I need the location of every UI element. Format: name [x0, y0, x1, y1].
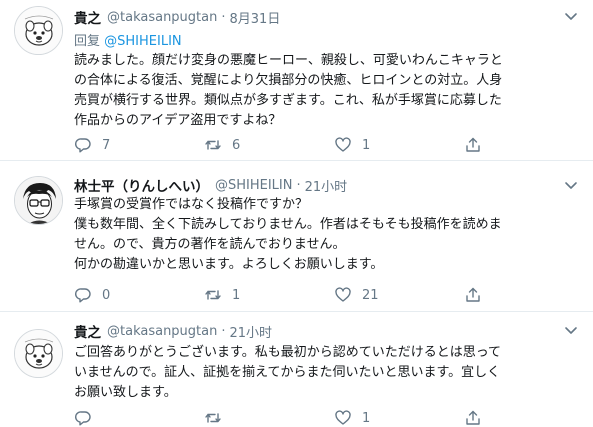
tweet-text-line: せん。ので、貴方の著作を読んでおりません。	[74, 237, 346, 252]
reply-context: 回复 @SHIHEILIN	[74, 30, 182, 49]
share-icon	[466, 137, 480, 152]
timestamp[interactable]: 21小时	[305, 176, 348, 195]
avatar[interactable]	[14, 176, 63, 225]
reply-prefix: 回复	[74, 34, 101, 49]
reply-button[interactable]: 7	[74, 136, 204, 154]
tweet[interactable]: 林士平（りんしへい） @SHIHEILIN · 21小时 手塚賞の受賞作ではなく…	[0, 160, 593, 311]
like-button[interactable]: 1	[334, 409, 464, 427]
retweet-count: 6	[232, 137, 241, 153]
tweet-text-line: 手塚賞の受賞作ではなく投稿作ですか？	[74, 197, 309, 212]
share-button[interactable]	[464, 286, 494, 304]
user-handle[interactable]: @takasanpugtan	[107, 10, 217, 25]
chevron-down-icon[interactable]	[563, 177, 579, 193]
separator-dot: ·	[296, 177, 301, 193]
timestamp[interactable]: 8月31日	[230, 8, 281, 27]
retweet-icon	[205, 290, 221, 300]
avatar[interactable]	[14, 6, 63, 55]
tweet-actions: 7 6 1	[74, 134, 534, 156]
tweet-text-line: 売買が横行する世界。類似点が多すぎます。これ、私が手塚賞に応募した	[74, 93, 502, 108]
avatar[interactable]	[14, 329, 63, 378]
tweet-header: 林士平（りんしへい） @SHIHEILIN · 21小时	[74, 175, 348, 196]
tweet-text-line: ご回答ありがとうございます。私も最初から認めていただけるとは思って	[74, 345, 502, 360]
reply-count: 7	[102, 137, 111, 153]
like-count: 1	[362, 137, 371, 153]
retweet-button[interactable]: 6	[204, 136, 334, 154]
share-icon	[466, 410, 480, 425]
chevron-down-icon[interactable]	[563, 8, 579, 24]
retweet-button[interactable]: 1	[204, 286, 334, 304]
tweet-text: 手塚賞の受賞作ではなく投稿作ですか？ 僕も数年間、全く下読みしておりません。作者…	[74, 195, 582, 275]
tweet-text-line: お願い致します。	[74, 385, 177, 400]
like-button[interactable]: 1	[334, 136, 464, 154]
tweet[interactable]: 貴之 @takasanpugtan · 21小时 ご回答ありがとうございます。私…	[0, 311, 593, 427]
reply-button[interactable]: 0	[74, 286, 204, 304]
tweet-text: ご回答ありがとうございます。私も最初から認めていただけるとは思って いませんので…	[74, 343, 582, 403]
tweet-header: 貴之 @takasanpugtan · 8月31日	[74, 7, 281, 28]
tweet[interactable]: 貴之 @takasanpugtan · 8月31日 回复 @SHIHEILIN …	[0, 0, 593, 160]
reply-mention-link[interactable]: @SHIHEILIN	[104, 34, 182, 49]
tweet-text: 読みました。顔だけ変身の悪魔ヒーロー、親殺し、可愛いわんこキャラと の合体による…	[74, 51, 582, 131]
heart-icon	[335, 410, 351, 425]
like-count: 21	[362, 287, 379, 303]
tweet-text-line: 僕も数年間、全く下読みしておりません。作者はそもそも投稿作を読めま	[74, 217, 502, 232]
tweet-text-line: 作品からのアイデア盗用ですよね？	[74, 113, 282, 128]
separator-dot: ·	[221, 9, 226, 25]
display-name[interactable]: 貴之	[74, 321, 101, 341]
heart-icon	[335, 287, 351, 302]
user-handle[interactable]: @SHIHEILIN	[215, 178, 293, 193]
retweet-button[interactable]	[204, 409, 334, 427]
share-icon	[466, 287, 480, 302]
tweet-header: 貴之 @takasanpugtan · 21小时	[74, 321, 273, 342]
heart-icon	[335, 137, 351, 152]
tweet-actions: 0 1 21	[74, 284, 534, 306]
reply-button[interactable]	[74, 409, 204, 427]
tweet-text-line: いませんので。証人、証拠を揃えてからまた伺いたいと思います。宜しく	[74, 365, 501, 380]
retweet-icon	[205, 140, 221, 150]
share-button[interactable]	[464, 409, 494, 427]
display-name[interactable]: 貴之	[74, 7, 101, 27]
reply-icon	[75, 138, 91, 153]
like-button[interactable]: 21	[334, 286, 464, 304]
retweet-count: 1	[232, 287, 241, 303]
display-name[interactable]: 林士平（りんしへい）	[74, 175, 209, 195]
reply-icon	[75, 288, 91, 303]
retweet-icon	[205, 413, 221, 423]
reply-count: 0	[102, 287, 111, 303]
tweet-actions: 1	[74, 407, 534, 427]
reply-icon	[75, 411, 91, 426]
user-handle[interactable]: @takasanpugtan	[107, 324, 217, 339]
tweet-text-line: 何かの勘違いかと思います。よろしくお願いします。	[74, 257, 384, 272]
share-button[interactable]	[464, 136, 494, 154]
tweet-text-line: 読みました。顔だけ変身の悪魔ヒーロー、親殺し、可愛いわんこキャラと	[74, 53, 503, 68]
tweet-text-line: の合体による復活、覚醒により欠損部分の快癒、ヒロインとの対立。人身	[74, 73, 503, 88]
timestamp[interactable]: 21小时	[230, 322, 273, 341]
chevron-down-icon[interactable]	[563, 322, 579, 338]
like-count: 1	[362, 410, 371, 426]
separator-dot: ·	[221, 323, 226, 339]
